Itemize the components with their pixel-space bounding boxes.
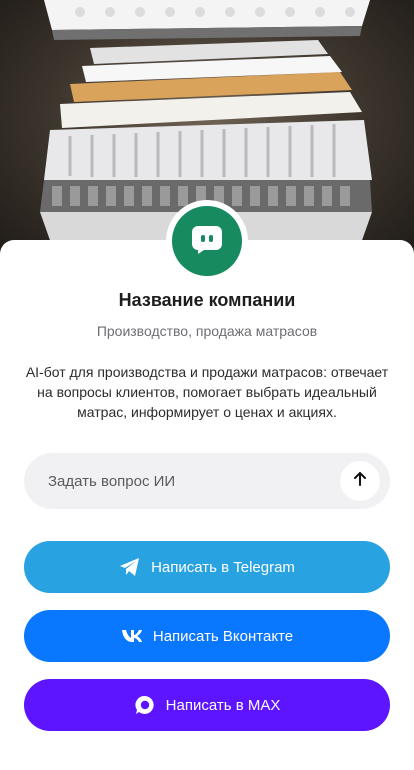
company-subtitle: Производство, продажа матрасов: [96, 323, 318, 339]
telegram-icon: [119, 557, 141, 577]
vk-icon: [121, 629, 143, 643]
send-button[interactable]: [340, 461, 380, 501]
ask-ai-input[interactable]: [48, 453, 348, 509]
vk-button[interactable]: Написать Вконтакте: [24, 610, 390, 662]
ask-ai-field: [24, 453, 390, 509]
avatar: [172, 206, 242, 276]
max-button-label: Написать в MAX: [165, 696, 281, 714]
chat-bot-icon: [190, 222, 224, 261]
arrow-up-icon: [351, 470, 369, 493]
telegram-button-label: Написать в Telegram: [151, 558, 295, 576]
max-button[interactable]: Написать в MAX: [24, 679, 390, 731]
company-description: AI-бот для производства и продажи матрас…: [25, 364, 389, 420]
telegram-button[interactable]: Написать в Telegram: [24, 541, 390, 593]
vk-button-label: Написать Вконтакте: [152, 627, 294, 645]
max-icon: [134, 694, 156, 716]
company-name: Название компании: [118, 290, 296, 310]
